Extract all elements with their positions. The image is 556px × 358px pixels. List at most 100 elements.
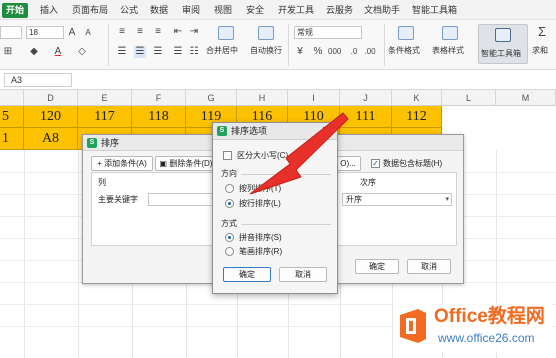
tab-smart-toolbox[interactable]: 智能工具箱 — [412, 3, 457, 18]
font-shrink-icon[interactable]: A — [82, 27, 94, 39]
align-right-icon[interactable]: ☰ — [152, 46, 164, 58]
case-sensitive-checkbox[interactable] — [223, 151, 232, 160]
column-header[interactable]: G — [186, 90, 237, 106]
tab-page-layout[interactable]: 页面布局 — [72, 3, 108, 18]
smart-toolbox-icon — [495, 28, 511, 42]
options-ok-button[interactable]: 确定 — [223, 267, 271, 282]
conditional-format-icon[interactable] — [398, 26, 414, 40]
site-watermark: Office教程网 www.office26.com — [394, 303, 552, 353]
sort-order-select[interactable]: 升序 ▾ — [342, 193, 452, 206]
stroke-sort-radio[interactable] — [225, 247, 234, 256]
tab-home[interactable]: 开始 — [2, 3, 29, 18]
decimal-decrease-icon[interactable]: .00 — [364, 46, 376, 58]
toolbar-divider — [384, 24, 385, 66]
pinyin-sort-radio[interactable] — [225, 233, 234, 242]
column-header[interactable]: H — [237, 90, 288, 106]
name-box[interactable]: A3 — [4, 73, 72, 87]
tab-review[interactable]: 审阅 — [182, 3, 200, 18]
distribute-icon[interactable]: ☷ — [188, 46, 200, 58]
sort-ok-button[interactable]: 确定 — [355, 259, 399, 274]
table-cell[interactable]: 111 — [340, 106, 392, 128]
column-header[interactable]: E — [78, 90, 132, 106]
options-ok-label: 确定 — [239, 270, 255, 279]
tab-security[interactable]: 安全 — [246, 3, 264, 18]
column-header[interactable]: L — [442, 90, 496, 106]
sort-dialog-title: 排序 — [101, 138, 120, 148]
column-header[interactable]: I — [288, 90, 340, 106]
tab-insert[interactable]: 插入 — [40, 3, 58, 18]
options-cancel-button[interactable]: 取消 — [279, 267, 327, 282]
sum-icon[interactable]: Σ — [536, 25, 548, 38]
table-cell[interactable]: 5 — [0, 106, 24, 128]
options-button[interactable]: O)... — [335, 156, 361, 171]
column-header[interactable]: K — [392, 90, 442, 106]
tab-formula[interactable]: 公式 — [120, 3, 138, 18]
column-header-partial[interactable] — [0, 90, 24, 106]
wps-logo-icon: S — [217, 126, 227, 136]
formula-bar: A3 — [0, 70, 556, 90]
table-cell[interactable]: 120 — [24, 106, 78, 128]
table-cell[interactable]: 1 — [0, 128, 24, 150]
tab-cloud[interactable]: 云服务 — [326, 3, 353, 18]
wrap-text-icon[interactable] — [258, 26, 274, 40]
table-cell[interactable]: 118 — [132, 106, 186, 128]
indent-increase-icon[interactable]: ⇥ — [188, 26, 200, 38]
close-icon[interactable]: ✕ — [320, 125, 332, 137]
name-box-value: A3 — [11, 75, 23, 85]
align-top-icon[interactable]: ≡ — [116, 26, 128, 38]
sort-cancel-button[interactable]: 取消 — [407, 259, 451, 274]
column-header-label: 列 — [98, 178, 106, 187]
tab-view[interactable]: 视图 — [214, 3, 232, 18]
align-bottom-icon[interactable]: ≡ — [152, 26, 164, 38]
justify-icon[interactable]: ☰ — [172, 46, 184, 58]
sort-by-column-radio[interactable] — [225, 184, 234, 193]
primary-key-select[interactable]: ▾ — [148, 193, 218, 206]
align-left-icon[interactable]: ☰ — [116, 46, 128, 58]
column-header[interactable]: M — [496, 90, 556, 106]
fill-color-icon[interactable]: ◆ — [28, 46, 40, 58]
case-sensitive-label: 区分大小写(C) — [237, 151, 289, 160]
smart-toolbox-button[interactable]: 智能工具箱 — [478, 24, 528, 64]
watermark-title-text: Office教程网 — [434, 306, 545, 327]
indent-decrease-icon[interactable]: ⇤ — [172, 26, 184, 38]
sort-by-row-radio[interactable] — [225, 199, 234, 208]
group-divider — [241, 224, 331, 225]
sort-by-column-label: 按列排序(T) — [239, 184, 282, 193]
office-logo-icon — [400, 309, 426, 343]
merge-center-icon[interactable] — [218, 26, 234, 40]
align-center-icon[interactable]: ☰ — [134, 46, 146, 58]
eraser-icon[interactable]: ◇ — [76, 46, 88, 58]
merge-center-button[interactable]: 合并居中 — [206, 46, 238, 56]
table-cell[interactable]: 117 — [78, 106, 132, 128]
table-style-button[interactable]: 表格样式 — [432, 46, 464, 56]
font-family-select[interactable] — [0, 26, 22, 39]
sort-options-titlebar[interactable]: S 排序选项 ✕ — [213, 123, 337, 140]
borders-icon[interactable]: ⊞ — [2, 46, 14, 58]
table-cell[interactable]: 112 — [392, 106, 442, 128]
font-color-icon[interactable]: A — [52, 46, 64, 58]
has-header-checkbox[interactable]: ✓ — [371, 159, 380, 168]
font-grow-icon[interactable]: A — [66, 27, 78, 39]
align-middle-icon[interactable]: ≡ — [134, 26, 146, 38]
sum-button[interactable]: 求和 — [532, 46, 548, 56]
table-cell[interactable]: A8 — [24, 128, 78, 150]
options-label: O)... — [340, 159, 356, 168]
delete-condition-button[interactable]: ▣ 删除条件(D) — [155, 156, 217, 171]
decimal-increase-icon[interactable]: .0 — [348, 46, 360, 58]
font-size-select[interactable]: 18 — [26, 26, 64, 39]
tab-developer[interactable]: 开发工具 — [278, 3, 314, 18]
table-style-icon[interactable] — [442, 26, 458, 40]
column-header[interactable]: F — [132, 90, 186, 106]
thousands-icon[interactable]: 000 — [328, 46, 341, 58]
wrap-text-button[interactable]: 自动换行 — [250, 46, 282, 56]
column-header[interactable]: D — [24, 90, 78, 106]
tab-data[interactable]: 数据 — [150, 3, 168, 18]
tab-doc-assistant[interactable]: 文档助手 — [364, 3, 400, 18]
column-header[interactable]: J — [340, 90, 392, 106]
currency-icon[interactable]: ¥ — [294, 46, 306, 58]
conditional-format-button[interactable]: 条件格式 — [388, 46, 420, 56]
number-format-select[interactable]: 常规 — [294, 26, 362, 39]
wps-logo-icon: S — [87, 138, 97, 148]
percent-icon[interactable]: % — [312, 46, 324, 58]
add-condition-button[interactable]: + 添加条件(A) — [91, 156, 153, 171]
